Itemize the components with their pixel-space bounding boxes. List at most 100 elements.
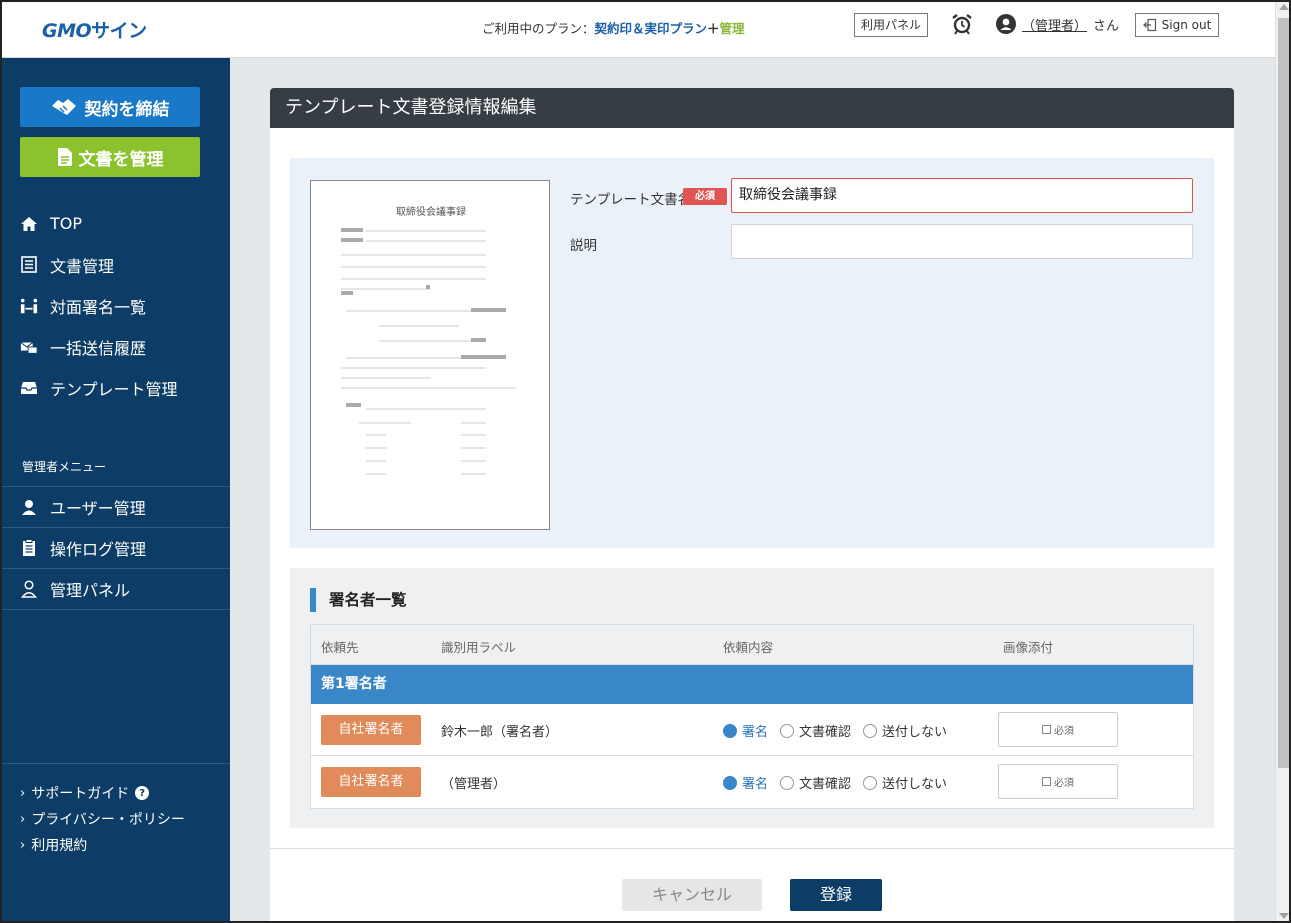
face-to-face-icon (20, 297, 38, 315)
nav-label-bulk-send-history: 一括送信履歴 (50, 338, 147, 358)
link-privacy-policy-label: プライバシー・ポリシー (31, 812, 185, 828)
bulk-send-icon (20, 338, 38, 356)
scroll-up-arrow[interactable] (1279, 4, 1289, 10)
nav-item-user-management[interactable]: ユーザー管理 (0, 487, 230, 528)
nav-label-top: TOP (50, 214, 83, 233)
signout-button[interactable]: Sign out (1135, 13, 1219, 37)
radio-unchecked-icon (780, 723, 795, 738)
footer-divider (270, 848, 1234, 849)
top-header: GMOサイン ご利用中のプラン：契約印＆実印プラン＋管理 利用パネル （管理者）… (0, 0, 1275, 58)
radio-doc-confirm-label: 文書確認 (799, 725, 852, 740)
scrollbar-thumb[interactable] (1278, 18, 1289, 768)
radio-doc-confirm-label: 文書確認 (799, 777, 852, 792)
radio-no-send-label: 送付しない (882, 725, 948, 740)
document-preview[interactable]: 取締役会議事録 (310, 180, 550, 530)
radio-sign[interactable]: 署名 (723, 721, 768, 740)
chevron-right-icon: › (20, 785, 26, 801)
link-support-guide[interactable]: › サポートガイド ? (20, 780, 185, 806)
radio-sign[interactable]: 署名 (723, 773, 768, 792)
gmo-sign-logo[interactable]: GMOサイン (42, 16, 147, 43)
current-plan: ご利用中のプラン：契約印＆実印プラン＋管理 (482, 18, 745, 37)
handshake-icon (51, 99, 76, 115)
nav-item-top[interactable]: TOP (0, 203, 230, 244)
plan-name: 契約印＆実印プラン (594, 21, 708, 36)
nav-label-operation-log: 操作ログ管理 (50, 540, 147, 559)
signer-role-button[interactable]: 自社署名者 (321, 715, 421, 745)
plan-plus: ＋ (707, 21, 720, 36)
signers-section: 署名者一覧 依頼先 識別用ラベル 依頼内容 画像添付 第1署名者 自社署名者 鈴… (290, 568, 1214, 828)
alarm-clock-icon[interactable] (950, 12, 974, 36)
image-attach-required-toggle[interactable]: 必須 (998, 712, 1118, 747)
document-list-icon (20, 256, 38, 274)
radio-checked-icon (723, 723, 737, 738)
radio-checked-icon (723, 775, 737, 790)
log-icon (20, 539, 38, 557)
radio-doc-confirm[interactable]: 文書確認 (780, 721, 851, 740)
nav-item-bulk-send-history[interactable]: 一括送信履歴 (0, 326, 230, 367)
signout-icon (1142, 18, 1156, 32)
preview-document-body (341, 228, 516, 475)
register-button[interactable]: 登録 (790, 879, 882, 911)
description-label: 説明 (570, 238, 597, 254)
nav-item-face-to-face[interactable]: 対面署名一覧 (0, 285, 230, 326)
chevron-right-icon: › (20, 837, 26, 853)
radio-unchecked-icon (780, 775, 795, 790)
usage-panel-button[interactable]: 利用パネル (854, 13, 928, 37)
request-type-radios: 署名 文書確認 送付しない (723, 721, 947, 740)
column-header-request: 依頼内容 (723, 640, 774, 655)
signer-role-button[interactable]: 自社署名者 (321, 767, 421, 797)
table-row: 自社署名者 鈴木一郎（署名者） 署名 文書確認 送付しない 必須 (311, 704, 1193, 756)
nav-label-face-to-face: 対面署名一覧 (50, 297, 147, 317)
radio-sign-label: 署名 (742, 725, 769, 740)
link-terms[interactable]: › 利用規約 (20, 832, 185, 858)
nav-item-template-management[interactable]: テンプレート管理 (0, 367, 230, 408)
signer-group-first: 第1署名者 (311, 665, 1193, 704)
radio-no-send[interactable]: 送付しない (863, 721, 947, 740)
home-icon (20, 215, 38, 233)
admin-nav: ユーザー管理 操作ログ管理 管理パネル (0, 487, 230, 610)
contract-button[interactable]: 契約を締結 (20, 87, 200, 127)
table-row: 自社署名者 （管理者） 署名 文書確認 送付しない 必須 (311, 756, 1193, 808)
manage-docs-button[interactable]: 文書を管理 (20, 137, 200, 177)
nav-item-admin-panel[interactable]: 管理パネル (0, 569, 230, 610)
attach-label: 必須 (1054, 778, 1074, 789)
logo-sign: サイン (91, 20, 147, 42)
nav-item-operation-log[interactable]: 操作ログ管理 (0, 528, 230, 569)
link-support-guide-label: サポートガイド (31, 786, 130, 802)
footer-divider (0, 763, 230, 764)
signers-section-title: 署名者一覧 (310, 588, 407, 612)
request-type-radios: 署名 文書確認 送付しない (723, 773, 947, 792)
document-icon (57, 148, 72, 166)
user-suffix: さん (1093, 18, 1120, 34)
link-privacy-policy[interactable]: › プライバシー・ポリシー (20, 806, 185, 832)
user-icon (20, 498, 38, 516)
nav-item-document-management[interactable]: 文書管理 (0, 244, 230, 285)
user-menu[interactable]: （管理者） さん (996, 13, 1119, 35)
signout-label: Sign out (1161, 18, 1212, 32)
checkbox-icon (1042, 725, 1051, 734)
footer-links: › サポートガイド ? › プライバシー・ポリシー › 利用規約 (20, 780, 185, 858)
description-input[interactable] (731, 224, 1193, 259)
template-name-label: テンプレート文書名 (570, 192, 692, 208)
signer-label: 鈴木一郎（署名者） (441, 725, 559, 740)
contract-button-label: 契約を締結 (84, 99, 170, 120)
main-panel: テンプレート文書登録情報編集 取締役会議事録 テンプレート文書名 必須 取締役会… (270, 88, 1234, 923)
user-name[interactable]: （管理者） (1022, 15, 1087, 34)
nav-label-document-management: 文書管理 (50, 256, 115, 276)
radio-unchecked-icon (863, 723, 878, 738)
table-header: 依頼先 識別用ラベル 依頼内容 画像添付 (311, 625, 1193, 665)
vertical-scrollbar[interactable] (1275, 0, 1291, 923)
image-attach-required-toggle[interactable]: 必須 (998, 764, 1118, 799)
admin-menu-title: 管理者メニュー (22, 460, 107, 474)
cancel-button[interactable]: キャンセル (622, 879, 762, 911)
radio-no-send-label: 送付しない (882, 777, 948, 792)
required-badge: 必須 (683, 188, 727, 205)
template-name-input[interactable]: 取締役会議事録 (731, 178, 1193, 213)
logo-gmo: GMO (42, 20, 92, 42)
page-title: テンプレート文書登録情報編集 (270, 88, 1234, 128)
scroll-down-arrow[interactable] (1279, 913, 1289, 919)
checkbox-icon (1042, 777, 1051, 786)
chevron-right-icon: › (20, 811, 26, 827)
radio-doc-confirm[interactable]: 文書確認 (780, 773, 851, 792)
radio-no-send[interactable]: 送付しない (863, 773, 947, 792)
